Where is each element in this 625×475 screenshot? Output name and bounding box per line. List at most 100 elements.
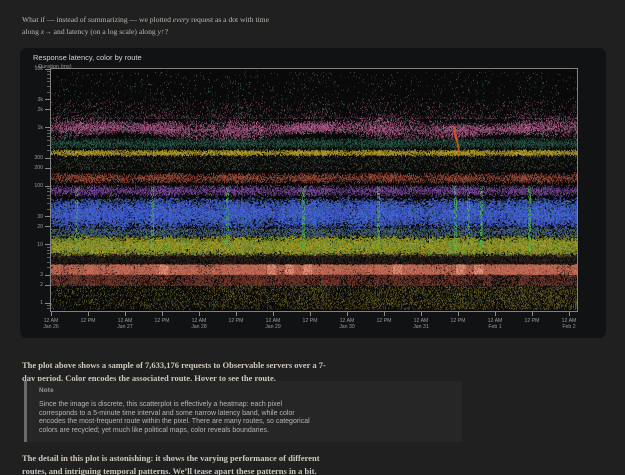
x-tick-mark [532, 312, 533, 316]
x-tick-label-line: 12 PM [442, 318, 474, 324]
x-tick-label: 12 AMJan 27 [109, 318, 141, 330]
x-tick-label: 12 PM [294, 318, 326, 324]
y-tick-mark [45, 216, 50, 217]
x-axis-ticks: 12 AMJan 2612 PM12 AMJan 2712 PM12 AMJan… [51, 311, 577, 337]
detail-paragraph: The detail in this plot is astonishing: … [22, 452, 442, 475]
x-tick-mark [421, 312, 422, 316]
x-tick-label: 12 PM [72, 318, 104, 324]
y-tick-minor-mark [47, 267, 50, 268]
y-tick-minor-mark [47, 71, 50, 72]
y-tick-mark [45, 99, 50, 100]
y-tick-minor-mark [47, 81, 50, 82]
paragraph-line: routes, and intriguing temporal patterns… [22, 465, 442, 475]
y-tick-minor-mark [47, 150, 50, 151]
x-tick-mark [199, 312, 200, 316]
note-line: colors are recycled; yet much like polit… [39, 427, 452, 436]
y-tick-label: 200 [34, 165, 43, 171]
x-tick-label: 12 AMFeb 2 [553, 318, 585, 330]
intro-paragraph: What if — instead of summarizing — we pl… [22, 14, 582, 38]
y-tick-label: 3k [38, 97, 43, 103]
intro-text: ↑? [161, 27, 168, 36]
x-tick-label: 12 AMFeb 1 [479, 318, 511, 330]
x-tick-mark [495, 312, 496, 316]
x-tick-label-line: Jan 27 [109, 324, 141, 330]
x-tick-label: 12 AMJan 28 [183, 318, 215, 330]
y-tick-minor-mark [47, 253, 50, 254]
x-tick-mark [273, 312, 274, 316]
y-tick-mark [45, 127, 50, 128]
y-tick-minor-mark [47, 140, 50, 141]
y-tick-label: 30 [37, 214, 43, 220]
x-tick-label-line: 12 AM [35, 318, 67, 324]
y-tick-label: 1k [38, 125, 43, 131]
note-title: Note [39, 387, 452, 394]
x-tick-label-line: 12 PM [146, 318, 178, 324]
y-tick-label: 20 [37, 224, 43, 230]
x-tick-mark [236, 312, 237, 316]
x-tick-mark [384, 312, 385, 316]
y-tick-minor-mark [47, 92, 50, 93]
y-tick-minor-mark [47, 136, 50, 137]
y-tick-mark [45, 158, 50, 159]
intro-text: along [22, 27, 41, 36]
x-tick-label-line: Jan 28 [183, 324, 215, 330]
x-tick-label-line: 12 PM [72, 318, 104, 324]
y-tick-label: 10 [37, 242, 43, 248]
plot-area: 10k3k2k1k300200100302010321 12 AMJan 261… [50, 68, 578, 312]
y-tick-mark [45, 168, 50, 169]
note-line: corresponds to a 5-minute time interval … [39, 410, 452, 419]
y-tick-mark [45, 226, 50, 227]
y-tick-minor-mark [47, 257, 50, 258]
y-tick-mark [45, 109, 50, 110]
y-tick-mark [45, 186, 50, 187]
intro-text: request as a dot with time [189, 15, 269, 24]
intro-emphasis: every [173, 15, 189, 24]
note-line: Since the image is discrete, this scatte… [39, 401, 452, 410]
y-tick-minor-mark [47, 305, 50, 306]
y-tick-minor-mark [47, 78, 50, 79]
latency-chart-card: Response latency, color by route ↑ Durat… [20, 48, 606, 338]
x-tick-mark [88, 312, 89, 316]
x-tick-label-line: 12 PM [368, 318, 400, 324]
x-tick-label-line: 12 AM [405, 318, 437, 324]
y-tick-minor-mark [47, 133, 50, 134]
y-tick-minor-mark [47, 191, 50, 192]
y-tick-mark [45, 285, 50, 286]
x-tick-label-line: Jan 30 [331, 324, 363, 330]
y-tick-mark [45, 303, 50, 304]
y-tick-label: 1 [40, 300, 43, 306]
intro-text: → and latency (on a log scale) along [44, 27, 157, 36]
x-tick-label: 12 PM [146, 318, 178, 324]
x-tick-label: 12 PM [442, 318, 474, 324]
x-tick-label-line: 12 AM [479, 318, 511, 324]
note-line: encodes the most-frequent route within t… [39, 418, 452, 427]
x-tick-label-line: 12 AM [257, 318, 289, 324]
y-tick-minor-mark [47, 195, 50, 196]
x-tick-label-line: Jan 31 [405, 324, 437, 330]
y-tick-minor-mark [47, 247, 50, 248]
y-tick-minor-mark [47, 203, 50, 204]
x-tick-label: 12 PM [516, 318, 548, 324]
x-tick-label-line: Feb 2 [553, 324, 585, 330]
y-tick-minor-mark [47, 130, 50, 131]
y-tick-minor-mark [47, 145, 50, 146]
y-tick-minor-mark [47, 262, 50, 263]
x-tick-label-line: 12 PM [516, 318, 548, 324]
x-tick-label: 12 AMJan 26 [35, 318, 67, 330]
y-tick-mark [45, 275, 50, 276]
y-tick-minor-mark [47, 250, 50, 251]
x-tick-mark [347, 312, 348, 316]
y-tick-minor-mark [47, 209, 50, 210]
x-tick-mark [51, 312, 52, 316]
x-tick-label-line: Feb 1 [479, 324, 511, 330]
y-tick-mark [45, 244, 50, 245]
x-tick-mark [125, 312, 126, 316]
y-tick-minor-mark [47, 74, 50, 75]
note-body: Since the image is discrete, this scatte… [39, 401, 452, 435]
x-tick-mark [310, 312, 311, 316]
x-tick-mark [569, 312, 570, 316]
latency-scatterplot-canvas[interactable] [51, 69, 577, 311]
x-tick-label-line: 12 AM [331, 318, 363, 324]
x-tick-label-line: Jan 26 [35, 324, 67, 330]
x-tick-label: 12 PM [220, 318, 252, 324]
